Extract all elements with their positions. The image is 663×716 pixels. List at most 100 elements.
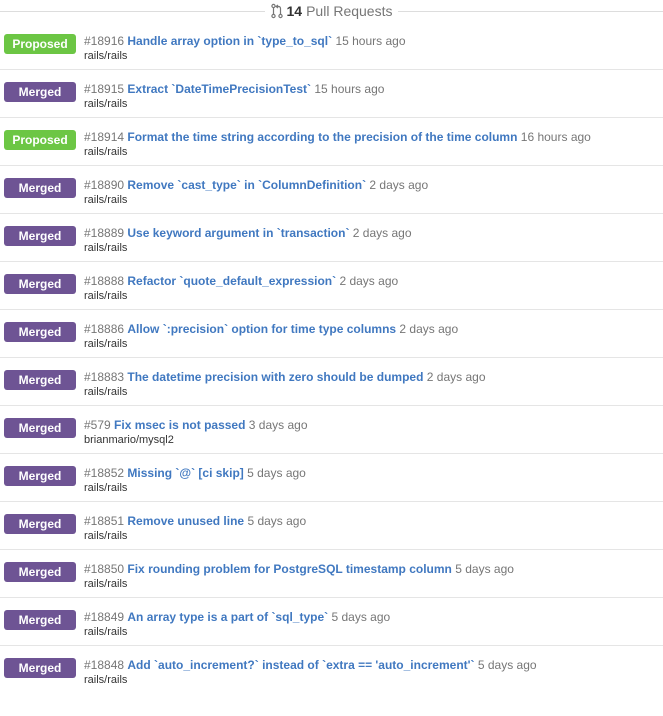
pull-request-summary: #18850 Fix rounding problem for PostgreS… xyxy=(84,562,663,577)
pull-request-row: Merged #18915 Extract `DateTimePrecisionT… xyxy=(0,70,663,118)
status-badge: Proposed xyxy=(4,130,76,150)
repository-name: rails/rails xyxy=(84,530,128,542)
pull-request-title-link[interactable]: Allow `:precision` option for time type … xyxy=(127,322,396,336)
pull-request-age: 5 days ago xyxy=(455,562,514,576)
pull-request-age: 2 days ago xyxy=(399,322,459,336)
pull-request-info: #18883 The datetime precision with zero … xyxy=(84,370,663,400)
pull-request-summary: #18851 Remove unused line 5 days ago xyxy=(84,514,663,529)
pull-request-summary: #18848 Add `auto_increment?` instead of … xyxy=(84,658,663,673)
pull-request-number: #18850 xyxy=(84,562,125,576)
pull-request-title-link[interactable]: Extract `DateTimePrecisionTest` xyxy=(127,82,311,96)
pull-request-row: Merged #18851 Remove unused line 5 days a… xyxy=(0,502,663,550)
status-badge: Merged xyxy=(4,514,76,534)
pull-request-info: #579 Fix msec is not passed 3 days ago br… xyxy=(84,418,663,448)
pull-request-row: Merged #18850 Fix rounding problem for Po… xyxy=(0,550,663,598)
status-badge: Merged xyxy=(4,274,76,294)
status-badge: Merged xyxy=(4,178,76,198)
git-pull-request-icon xyxy=(270,3,283,19)
pull-request-age: 2 days ago xyxy=(426,370,486,384)
pull-request-number: #18890 xyxy=(84,178,125,192)
pull-request-row: Proposed #18916 Handle array option in `t… xyxy=(0,22,663,70)
pull-request-title-link[interactable]: An array type is a part of `sql_type` xyxy=(127,610,328,624)
pull-request-row: Merged #18852 Missing `@` [ci skip] 5 day… xyxy=(0,454,663,502)
pull-request-info: #18890 Remove `cast_type` in `ColumnDefi… xyxy=(84,178,663,208)
pull-request-title-link[interactable]: Add `auto_increment?` instead of `extra … xyxy=(127,658,474,672)
pull-request-age: 5 days ago xyxy=(331,610,391,624)
status-badge: Merged xyxy=(4,370,76,390)
pull-requests-header: 14 Pull Requests xyxy=(0,0,663,22)
pull-request-list: Proposed #18916 Handle array option in `t… xyxy=(0,22,663,694)
pull-request-summary: #18852 Missing `@` [ci skip] 5 days ago xyxy=(84,466,663,481)
pull-request-summary: #18889 Use keyword argument in `transact… xyxy=(84,226,663,241)
pull-request-info: #18849 An array type is a part of `sql_t… xyxy=(84,610,663,640)
pull-request-age: 5 days ago xyxy=(477,658,537,672)
pull-request-row: Merged #18848 Add `auto_increment?` inste… xyxy=(0,646,663,694)
pull-request-info: #18888 Refactor `quote_default_expressio… xyxy=(84,274,663,304)
pull-request-title-link[interactable]: The datetime precision with zero should … xyxy=(127,370,423,384)
status-badge: Merged xyxy=(4,610,76,630)
pull-request-summary: #18890 Remove `cast_type` in `ColumnDefi… xyxy=(84,178,663,193)
status-badge: Proposed xyxy=(4,34,76,54)
pull-request-number: #18849 xyxy=(84,610,125,624)
pull-request-number: #18889 xyxy=(84,226,125,240)
header-label: Pull Requests xyxy=(306,3,393,19)
repository-name: rails/rails xyxy=(84,290,128,302)
status-badge: Merged xyxy=(4,322,76,342)
pull-request-count: 14 xyxy=(286,3,303,19)
pull-request-number: #579 xyxy=(84,418,111,432)
repository-name: rails/rails xyxy=(84,338,128,350)
pull-request-summary: #18915 Extract `DateTimePrecisionTest` 1… xyxy=(84,82,663,97)
pull-request-title-link[interactable]: Use keyword argument in `transaction` xyxy=(127,226,349,240)
pull-request-info: #18914 Format the time string according … xyxy=(84,130,663,160)
pull-request-summary: #18914 Format the time string according … xyxy=(84,130,663,145)
pull-request-number: #18851 xyxy=(84,514,125,528)
pull-request-number: #18852 xyxy=(84,466,125,480)
pull-request-age: 15 hours ago xyxy=(335,34,406,48)
pull-request-title-link[interactable]: Format the time string according to the … xyxy=(127,130,517,144)
repository-name: rails/rails xyxy=(84,194,128,206)
pull-request-title-link[interactable]: Missing `@` [ci skip] xyxy=(127,466,243,480)
repository-name: rails/rails xyxy=(84,482,128,494)
pull-request-age: 16 hours ago xyxy=(520,130,591,144)
repository-name: rails/rails xyxy=(84,98,128,110)
pull-request-info: #18852 Missing `@` [ci skip] 5 days ago r… xyxy=(84,466,663,496)
pull-request-info: #18850 Fix rounding problem for PostgreS… xyxy=(84,562,663,592)
pull-request-age: 5 days ago xyxy=(247,466,306,480)
repository-name: rails/rails xyxy=(84,578,128,590)
pull-request-age: 5 days ago xyxy=(247,514,307,528)
pull-request-age: 2 days ago xyxy=(352,226,412,240)
pull-request-summary: #18886 Allow `:precision` option for tim… xyxy=(84,322,663,337)
pull-request-row: Merged #18849 An array type is a part of … xyxy=(0,598,663,646)
pull-request-row: Merged #18886 Allow `:precision` option f… xyxy=(0,310,663,358)
pull-request-info: #18889 Use keyword argument in `transact… xyxy=(84,226,663,256)
pull-request-title-link[interactable]: Remove `cast_type` in `ColumnDefinition` xyxy=(127,178,366,192)
repository-name: rails/rails xyxy=(84,386,128,398)
pull-request-title-link[interactable]: Remove unused line xyxy=(127,514,244,528)
pull-request-age: 3 days ago xyxy=(248,418,308,432)
pull-request-title-link[interactable]: Refactor `quote_default_expression` xyxy=(127,274,336,288)
status-badge: Merged xyxy=(4,418,76,438)
pull-request-row: Merged #18883 The datetime precision with… xyxy=(0,358,663,406)
pull-request-summary: #18916 Handle array option in `type_to_s… xyxy=(84,34,663,49)
pull-request-title-link[interactable]: Fix rounding problem for PostgreSQL time… xyxy=(127,562,451,576)
repository-name: rails/rails xyxy=(84,626,128,638)
pull-request-summary: #18888 Refactor `quote_default_expressio… xyxy=(84,274,663,289)
pull-request-number: #18914 xyxy=(84,130,125,144)
pull-request-row: Merged #579 Fix msec is not passed 3 days… xyxy=(0,406,663,454)
pull-request-age: 2 days ago xyxy=(369,178,429,192)
pull-request-row: Merged #18890 Remove `cast_type` in `Colu… xyxy=(0,166,663,214)
pull-request-number: #18848 xyxy=(84,658,125,672)
pull-request-title-link[interactable]: Handle array option in `type_to_sql` xyxy=(127,34,332,48)
pull-request-number: #18888 xyxy=(84,274,125,288)
status-badge: Merged xyxy=(4,466,76,486)
status-badge: Merged xyxy=(4,562,76,582)
pull-request-info: #18886 Allow `:precision` option for tim… xyxy=(84,322,663,352)
pull-request-number: #18883 xyxy=(84,370,125,384)
pull-request-title-link[interactable]: Fix msec is not passed xyxy=(114,418,245,432)
pull-request-row: Proposed #18914 Format the time string ac… xyxy=(0,118,663,166)
pull-request-info: #18915 Extract `DateTimePrecisionTest` 1… xyxy=(84,82,663,112)
pull-request-number: #18886 xyxy=(84,322,125,336)
status-badge: Merged xyxy=(4,82,76,102)
header-title: 14 Pull Requests xyxy=(264,3,399,19)
pull-request-age: 2 days ago xyxy=(339,274,399,288)
